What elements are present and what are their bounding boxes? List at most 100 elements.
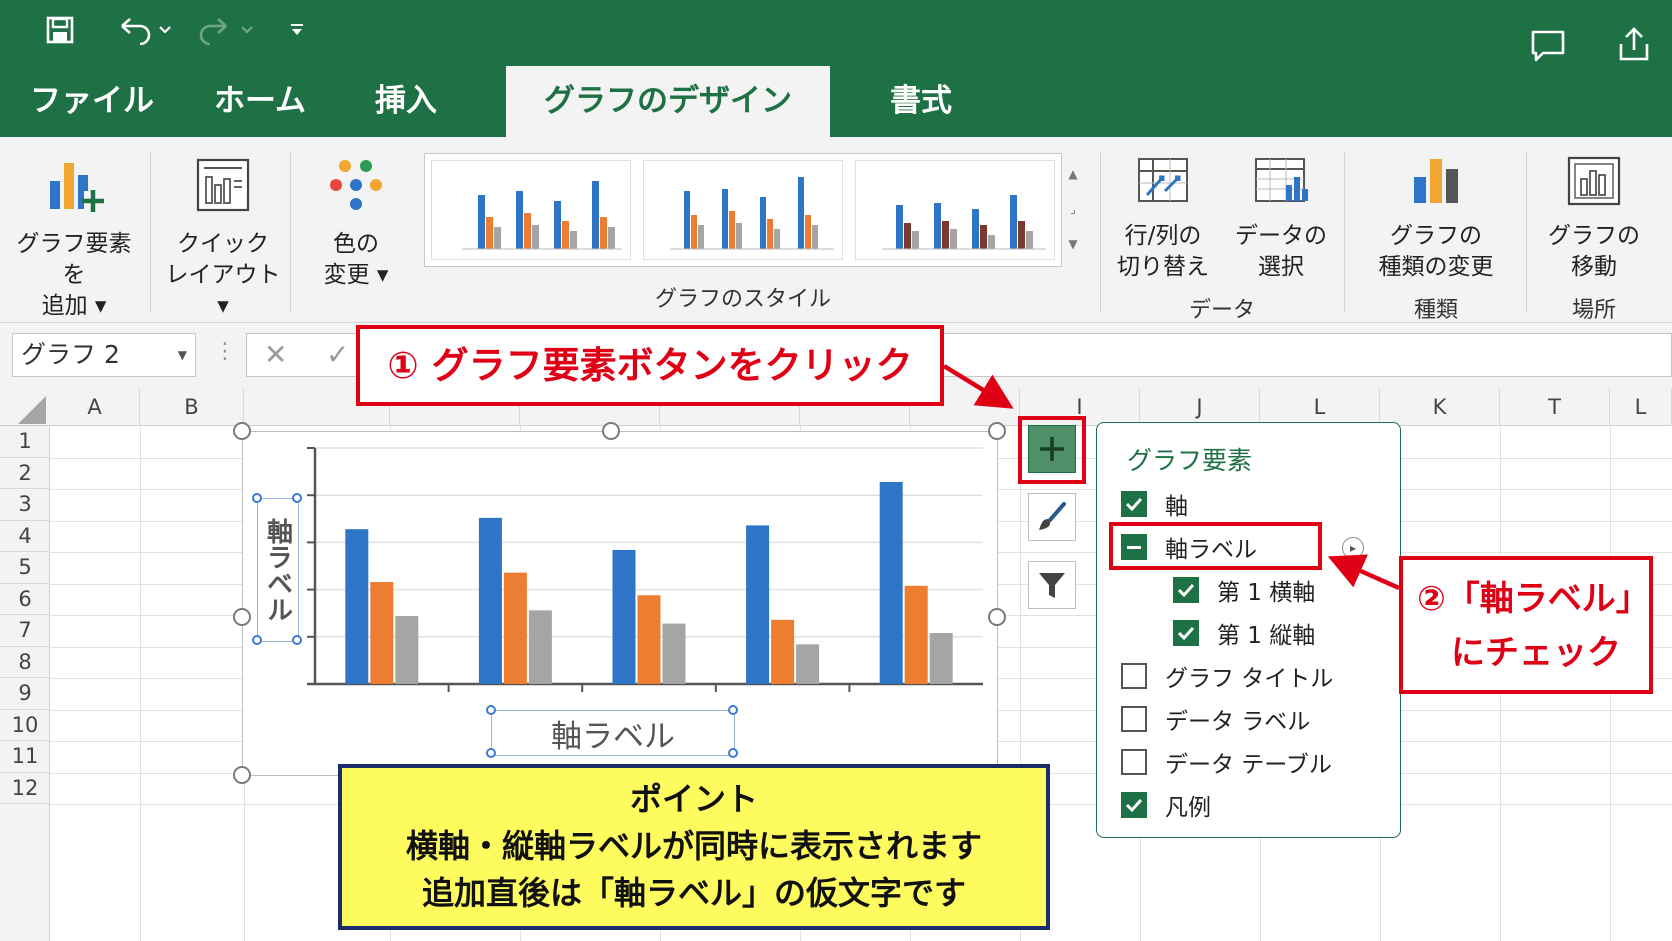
- select-data-button[interactable]: データの 選択: [1224, 155, 1338, 283]
- change-colors-label-1: 色の: [333, 231, 379, 257]
- step2-callout-line2: にチェック: [1451, 633, 1621, 673]
- column-header[interactable]: L: [1260, 388, 1380, 426]
- column-header[interactable]: B: [140, 388, 244, 426]
- checkbox[interactable]: [1121, 706, 1147, 732]
- highlight-axis-label-option: [1109, 522, 1322, 570]
- resize-handle[interactable]: [252, 493, 262, 503]
- bar: [612, 549, 636, 684]
- row-header[interactable]: 3: [0, 489, 50, 521]
- horizontal-axis-title[interactable]: 軸ラベル: [491, 710, 735, 756]
- row-header[interactable]: 8: [0, 647, 50, 678]
- checkbox[interactable]: [1121, 749, 1147, 775]
- chart-resize-handle[interactable]: [233, 422, 251, 440]
- undo-button[interactable]: [114, 10, 178, 50]
- chart-element-option[interactable]: 第 1 横軸: [1173, 571, 1315, 609]
- comment-button[interactable]: [1526, 26, 1570, 66]
- vertical-axis-title[interactable]: 軸ラベル: [257, 498, 299, 642]
- row-header[interactable]: 7: [0, 615, 50, 647]
- resize-handle[interactable]: [486, 748, 496, 758]
- name-box[interactable]: グラフ 2 ▼: [12, 333, 196, 377]
- checkbox[interactable]: [1173, 577, 1199, 603]
- data-group-label: データ: [1188, 298, 1255, 323]
- chart-resize-handle[interactable]: [988, 422, 1006, 440]
- row-header[interactable]: 9: [0, 678, 50, 710]
- chart-element-option[interactable]: データ ラベル: [1121, 700, 1310, 738]
- customize-icon: [291, 24, 303, 35]
- tab-insert[interactable]: 挿入: [356, 66, 456, 137]
- gallery-expand-button[interactable]: ⌟: [1058, 192, 1088, 227]
- chart-elements-panel: グラフ要素 軸軸ラベル第 1 横軸第 1 縦軸 グラフ タイトル データ ラベル デー…: [1096, 422, 1401, 838]
- move-chart-icon: [1567, 156, 1621, 206]
- resize-handle[interactable]: [252, 635, 262, 645]
- row-header[interactable]: 1: [0, 426, 50, 458]
- enter-button[interactable]: ✓: [326, 333, 349, 377]
- column-header[interactable]: L: [1610, 388, 1672, 426]
- checkbox[interactable]: [1173, 620, 1199, 646]
- chart-element-option[interactable]: 軸: [1121, 485, 1188, 523]
- chart-styles-button[interactable]: [1028, 493, 1076, 541]
- undo-icon: [121, 18, 171, 45]
- cancel-button[interactable]: ✕: [264, 333, 287, 377]
- redo-button[interactable]: [196, 10, 260, 50]
- switch-row-column-button[interactable]: 行/列の 切り替え: [1106, 155, 1220, 283]
- column-header[interactable]: J: [1140, 388, 1260, 426]
- chart-filters-button[interactable]: [1028, 561, 1076, 609]
- bar: [771, 619, 795, 684]
- add-chart-element-button[interactable]: グラフ要素を 追加 ▾: [6, 157, 142, 322]
- chart-style-thumbnail[interactable]: [855, 160, 1055, 260]
- select-data-label-1: データの: [1235, 223, 1327, 249]
- row-header[interactable]: 5: [0, 552, 50, 584]
- tab-home[interactable]: ホーム: [190, 66, 330, 137]
- row-header[interactable]: 2: [0, 458, 50, 489]
- save-icon: [46, 16, 74, 44]
- tab-chart-design[interactable]: グラフのデザイン: [506, 66, 830, 137]
- chart-element-option[interactable]: データ テーブル: [1121, 743, 1332, 781]
- checkbox[interactable]: [1121, 663, 1147, 689]
- quick-layout-button[interactable]: クイック レイアウト ▾: [158, 157, 288, 322]
- column-header[interactable]: T: [1500, 388, 1610, 426]
- bar: [662, 623, 686, 684]
- resize-handle[interactable]: [486, 705, 496, 715]
- chart-resize-handle[interactable]: [233, 608, 251, 626]
- resize-handle[interactable]: [292, 635, 302, 645]
- share-button[interactable]: [1612, 24, 1656, 64]
- bar: [929, 633, 953, 684]
- change-colors-button[interactable]: 色の 変更 ▾: [300, 157, 412, 291]
- resize-handle[interactable]: [728, 748, 738, 758]
- select-all-corner[interactable]: [18, 396, 46, 424]
- row-header[interactable]: 11: [0, 741, 50, 773]
- save-button[interactable]: [38, 10, 82, 50]
- column-header[interactable]: A: [50, 388, 140, 426]
- chart-style-preview: [670, 177, 834, 250]
- chart-element-option[interactable]: グラフ タイトル: [1121, 657, 1333, 695]
- checkbox[interactable]: [1121, 491, 1147, 517]
- resize-handle[interactable]: [728, 705, 738, 715]
- chart-element-option[interactable]: 凡例: [1121, 786, 1211, 824]
- row-header[interactable]: 6: [0, 584, 50, 615]
- row-header[interactable]: 12: [0, 773, 50, 804]
- customize-toolbar-button[interactable]: [284, 10, 310, 50]
- chart-element-option[interactable]: 第 1 縦軸: [1173, 614, 1315, 652]
- checkmark-icon: [1177, 626, 1195, 641]
- chevron-down-icon[interactable]: ▼: [178, 334, 187, 376]
- checkbox[interactable]: [1121, 792, 1147, 818]
- resize-handle[interactable]: [292, 493, 302, 503]
- chart-style-thumbnail[interactable]: [643, 160, 843, 260]
- change-chart-type-button[interactable]: グラフの 種類の変更: [1356, 155, 1516, 283]
- chart-area[interactable]: 軸ラベル 軸ラベル: [242, 431, 998, 776]
- chart-style-thumbnail[interactable]: [431, 160, 631, 260]
- change-chart-type-label-2: 種類の変更: [1378, 254, 1494, 280]
- row-header[interactable]: 4: [0, 521, 50, 552]
- move-chart-button[interactable]: グラフの 移動: [1534, 155, 1654, 283]
- chart-resize-handle[interactable]: [233, 766, 251, 784]
- tab-file[interactable]: ファイル: [22, 66, 162, 137]
- gallery-down-button[interactable]: ▼: [1058, 227, 1088, 262]
- tab-format[interactable]: 書式: [866, 66, 976, 137]
- column-header[interactable]: K: [1380, 388, 1500, 426]
- gallery-up-button[interactable]: ▲: [1058, 157, 1088, 192]
- name-box-value: グラフ 2: [21, 340, 120, 369]
- row-header[interactable]: 10: [0, 710, 50, 741]
- chart-resize-handle[interactable]: [988, 608, 1006, 626]
- chart-resize-handle[interactable]: [602, 422, 620, 440]
- more-options-icon[interactable]: ▸: [1342, 537, 1364, 559]
